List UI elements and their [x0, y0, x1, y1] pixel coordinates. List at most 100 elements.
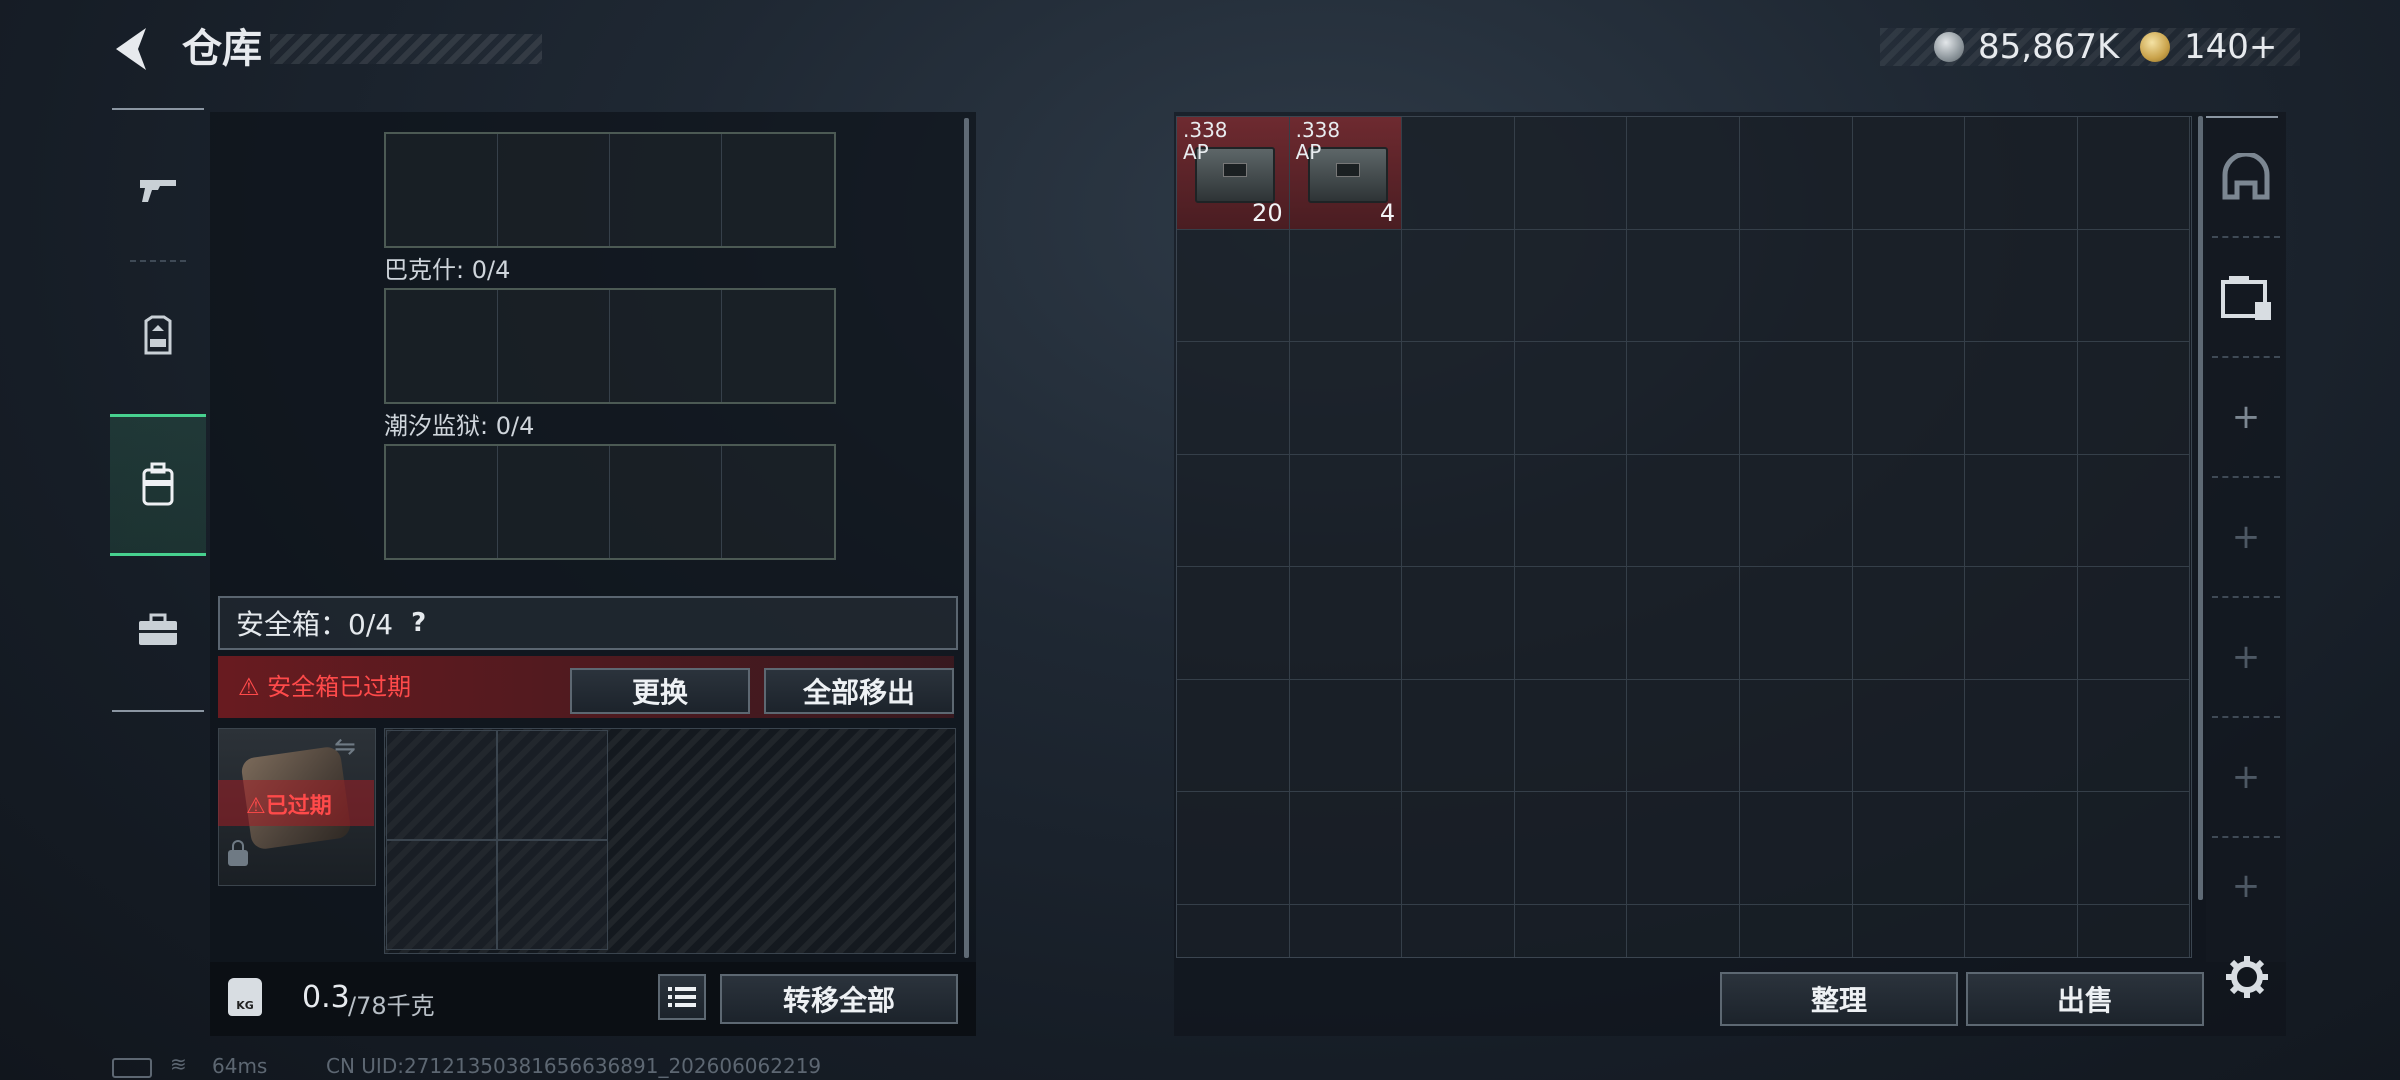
- stash-cell[interactable]: [2077, 117, 2191, 230]
- stash-cell[interactable]: [1177, 904, 1290, 957]
- stash-cell[interactable]: [2077, 567, 2191, 680]
- stash-tab-add[interactable]: +: [2206, 836, 2286, 936]
- stash-cell[interactable]: [1627, 904, 1740, 957]
- settings-gear-icon[interactable]: [2222, 952, 2272, 1002]
- nav-tab-armor[interactable]: [110, 276, 206, 396]
- map-slot-grid[interactable]: [384, 132, 836, 248]
- stash-tab-add[interactable]: +: [2206, 598, 2286, 716]
- stash-cell[interactable]: [1852, 904, 1966, 957]
- stash-cell[interactable]: [1402, 454, 1515, 567]
- nav-tab-firearms[interactable]: [110, 130, 206, 250]
- sort-button[interactable]: 整理: [1720, 972, 1958, 1026]
- stash-cell[interactable]: [2077, 342, 2191, 455]
- stash-cell[interactable]: [1965, 679, 2078, 792]
- stash-cell[interactable]: [1965, 792, 2078, 905]
- stash-cell[interactable]: [1289, 567, 1403, 680]
- stash-tab-tier[interactable]: [2206, 238, 2286, 356]
- stash-cell[interactable]: [1739, 342, 1853, 455]
- stash-cell[interactable]: [1627, 454, 1740, 567]
- stash-cell[interactable]: [1514, 117, 1628, 230]
- stash-tab-add[interactable]: +: [2206, 358, 2286, 476]
- stash-cell[interactable]: [1739, 117, 1853, 230]
- stash-cell[interactable]: [1402, 229, 1515, 342]
- stash-cell[interactable]: [1289, 229, 1403, 342]
- stash-cell[interactable]: [1852, 679, 1966, 792]
- stash-cell[interactable]: [1177, 792, 1290, 905]
- stash-cell[interactable]: [1402, 792, 1515, 905]
- stash-cell[interactable]: [1177, 679, 1290, 792]
- stash-cell[interactable]: [2077, 679, 2191, 792]
- stash-cell[interactable]: [1852, 454, 1966, 567]
- stash-cell[interactable]: [1627, 342, 1740, 455]
- safebox-open-slots[interactable]: [386, 730, 608, 950]
- stash-cell[interactable]: [2077, 229, 2191, 342]
- replace-button[interactable]: 更换: [570, 668, 750, 714]
- stash-cell[interactable]: [1852, 342, 1966, 455]
- nav-tab-backpack[interactable]: [110, 414, 206, 556]
- stash-cell[interactable]: [1627, 792, 1740, 905]
- stash-cell[interactable]: [1514, 679, 1628, 792]
- swap-icon[interactable]: ⇋: [334, 732, 356, 762]
- map-slot-grid[interactable]: [384, 288, 836, 404]
- stash-cell[interactable]: [1852, 792, 1966, 905]
- stash-cell[interactable]: [1739, 567, 1853, 680]
- stash-cell[interactable]: [1177, 229, 1290, 342]
- stash-cell[interactable]: [1739, 904, 1853, 957]
- stash-cell[interactable]: [1402, 679, 1515, 792]
- stash-cell[interactable]: [2077, 904, 2191, 957]
- stash-cell[interactable]: [2077, 792, 2191, 905]
- stash-cell[interactable]: [1514, 904, 1628, 957]
- stash-scrollbar[interactable]: [2198, 116, 2203, 900]
- stash-cell[interactable]: [1965, 454, 2078, 567]
- stash-cell[interactable]: [1852, 229, 1966, 342]
- stash-cell[interactable]: [1627, 679, 1740, 792]
- map-slot-grid[interactable]: [384, 444, 836, 560]
- stash-cell[interactable]: [1739, 792, 1853, 905]
- stash-cell[interactable]: [1739, 229, 1853, 342]
- stash-item-ammo[interactable]: .338 AP 4: [1289, 117, 1403, 230]
- stash-cell[interactable]: [1514, 792, 1628, 905]
- nav-tab-tools[interactable]: [110, 570, 206, 690]
- stash-cell[interactable]: [1177, 342, 1290, 455]
- loadout-scrollbar[interactable]: [964, 118, 969, 958]
- list-view-button[interactable]: [658, 974, 706, 1020]
- stash-cell[interactable]: [1965, 567, 2078, 680]
- stash-cell[interactable]: [1177, 567, 1290, 680]
- gold-coin-amount[interactable]: 140+: [2184, 24, 2277, 70]
- sell-button[interactable]: 出售: [1966, 972, 2204, 1026]
- stash-cell[interactable]: [1177, 454, 1290, 567]
- stash-tab-home[interactable]: [2206, 118, 2286, 236]
- stash-cell[interactable]: [1965, 904, 2078, 957]
- stash-cell[interactable]: [1289, 679, 1403, 792]
- stash-tab-add[interactable]: +: [2206, 478, 2286, 596]
- stash-cell[interactable]: [1627, 229, 1740, 342]
- stash-cell[interactable]: [2077, 454, 2191, 567]
- stash-cell[interactable]: [1627, 117, 1740, 230]
- stash-cell[interactable]: [1965, 342, 2078, 455]
- transfer-all-button[interactable]: 转移全部: [720, 974, 958, 1024]
- stash-item-ammo[interactable]: .338 AP 20: [1177, 117, 1290, 230]
- stash-cell[interactable]: [1289, 792, 1403, 905]
- stash-tab-add[interactable]: +: [2206, 718, 2286, 836]
- stash-cell[interactable]: [1402, 567, 1515, 680]
- stash-cell[interactable]: [1852, 117, 1966, 230]
- move-all-out-button[interactable]: 全部移出: [764, 668, 954, 714]
- stash-cell[interactable]: [1402, 117, 1515, 230]
- stash-cell[interactable]: [1402, 904, 1515, 957]
- stash-cell[interactable]: [1514, 229, 1628, 342]
- stash-cell[interactable]: [1965, 229, 2078, 342]
- stash-cell[interactable]: [1965, 117, 2078, 230]
- safebox-help-button[interactable]: ?: [411, 608, 426, 638]
- stash-cell[interactable]: [1514, 454, 1628, 567]
- stash-cell[interactable]: [1289, 454, 1403, 567]
- stash-cell[interactable]: [1514, 342, 1628, 455]
- stash-cell[interactable]: [1289, 904, 1403, 957]
- stash-cell[interactable]: [1739, 454, 1853, 567]
- stash-cell[interactable]: [1402, 342, 1515, 455]
- back-button[interactable]: [108, 22, 158, 76]
- stash-cell[interactable]: [1289, 342, 1403, 455]
- stash-cell[interactable]: [1514, 567, 1628, 680]
- stash-cell[interactable]: [1627, 567, 1740, 680]
- stash-cell[interactable]: [1739, 679, 1853, 792]
- stash-cell[interactable]: [1852, 567, 1966, 680]
